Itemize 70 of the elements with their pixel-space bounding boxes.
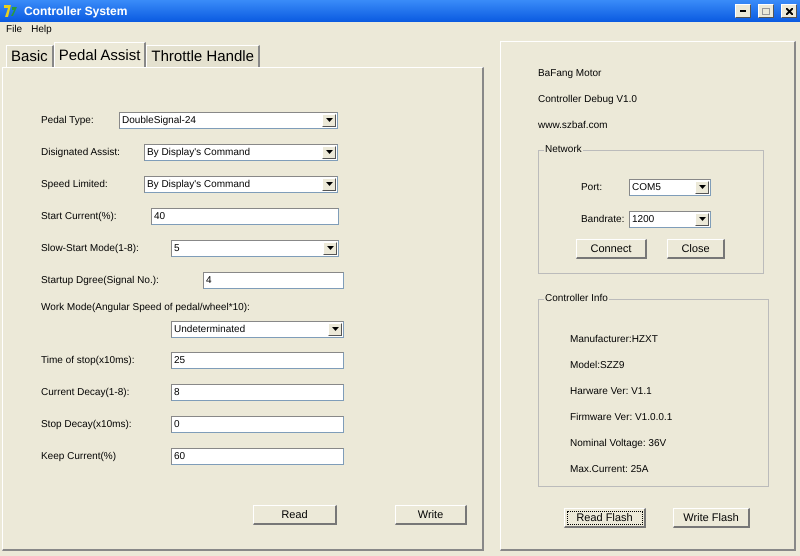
menu-item[interactable]: File: [6, 24, 22, 35]
info-text: Firmware Ver: V1.0.0.1: [569, 410, 674, 424]
connect-button[interactable]: Connect: [576, 239, 647, 259]
minimize-button[interactable]: [735, 4, 751, 18]
field-label: Stop Decay(x10ms):: [41, 418, 132, 430]
field-label: Work Mode(Angular Speed of pedal/wheel*10):: [41, 302, 250, 312]
field-label: Bandrate:: [581, 214, 624, 224]
info-text: BaFang Motor: [538, 66, 602, 80]
dropdown-field[interactable]: By Display's Command: [144, 176, 338, 192]
close-button[interactable]: [781, 4, 797, 18]
dropdown-arrow-icon: [326, 246, 334, 250]
input-field[interactable]: 8: [171, 384, 344, 400]
dropdown-field[interactable]: COM5: [629, 178, 711, 196]
info-text: Max.Current: 25A: [569, 462, 650, 476]
field-label: Speed Limited:: [41, 178, 108, 190]
dropdown-arrow-icon: [326, 150, 332, 154]
info-text: Harware Ver: V1.1: [569, 384, 653, 398]
maximize-button[interactable]: [758, 4, 774, 18]
info-text: www.szbaf.com: [538, 118, 608, 132]
field-label: Port:: [581, 182, 602, 192]
input-field[interactable]: 4: [203, 272, 344, 288]
info-text: Manufacturer:HZXT: [569, 332, 659, 346]
field-label: Disignated Assist:: [41, 146, 120, 158]
dropdown-button[interactable]: [695, 212, 709, 226]
menu-item[interactable]: Help: [31, 24, 52, 35]
close-button[interactable]: Close: [667, 239, 725, 259]
app-logo-icon: [3, 3, 19, 19]
dropdown-field[interactable]: 1200: [629, 210, 711, 228]
input-field[interactable]: 40: [151, 208, 339, 224]
write-button[interactable]: Write: [395, 505, 467, 525]
input-field[interactable]: 0: [171, 416, 344, 432]
dropdown-arrow-icon: [326, 118, 332, 122]
info-text: Controller Debug V1.0: [538, 92, 638, 106]
maximize-icon: [762, 8, 770, 14]
field-label: Slow-Start Mode(1-8):: [41, 242, 139, 254]
window-title: Controller System: [24, 4, 128, 18]
dropdown-button[interactable]: [322, 178, 336, 190]
dropdown-button[interactable]: [695, 180, 709, 194]
field-label: Pedal Type:: [41, 114, 94, 126]
group-title: Controller Info: [544, 293, 609, 304]
minimize-icon: [740, 10, 746, 12]
group-title: Network: [544, 144, 583, 155]
field-label: Start Current(%):: [41, 210, 117, 222]
dropdown-arrow-icon: [698, 217, 706, 221]
dropdown-field[interactable]: By Display's Command: [144, 144, 338, 160]
field-label: Current Decay(1-8):: [41, 386, 130, 398]
field-label: Keep Current(%): [41, 450, 116, 462]
dropdown-field[interactable]: Undeterminated: [171, 320, 344, 338]
close-icon: [786, 8, 792, 14]
dropdown-button[interactable]: [328, 322, 342, 336]
input-field[interactable]: 25: [171, 352, 344, 368]
dropdown-arrow-icon: [332, 327, 338, 331]
dropdown-button[interactable]: [322, 114, 336, 126]
write-flash-button[interactable]: Write Flash: [673, 508, 750, 528]
info-text: Nominal Voltage: 36V: [569, 436, 668, 450]
info-text: Model:SZZ9: [569, 358, 626, 372]
dropdown-button[interactable]: [323, 242, 337, 254]
field-label: Time of stop(x10ms):: [41, 354, 135, 366]
dropdown-button[interactable]: [322, 146, 336, 158]
dropdown-arrow-icon: [698, 185, 706, 189]
read-button[interactable]: Read: [253, 505, 337, 525]
input-field[interactable]: 60: [171, 448, 344, 464]
tab[interactable]: Pedal Assist: [54, 42, 146, 68]
read-flash-button[interactable]: Read Flash: [564, 508, 646, 528]
tab[interactable]: Throttle Handle: [146, 45, 260, 67]
tab[interactable]: Basic: [6, 45, 54, 67]
dropdown-field[interactable]: DoubleSignal-24: [119, 112, 338, 128]
dropdown-field[interactable]: 5: [171, 240, 339, 256]
field-label: Startup Dgree(Signal No.):: [41, 274, 159, 286]
dropdown-arrow-icon: [326, 182, 332, 186]
